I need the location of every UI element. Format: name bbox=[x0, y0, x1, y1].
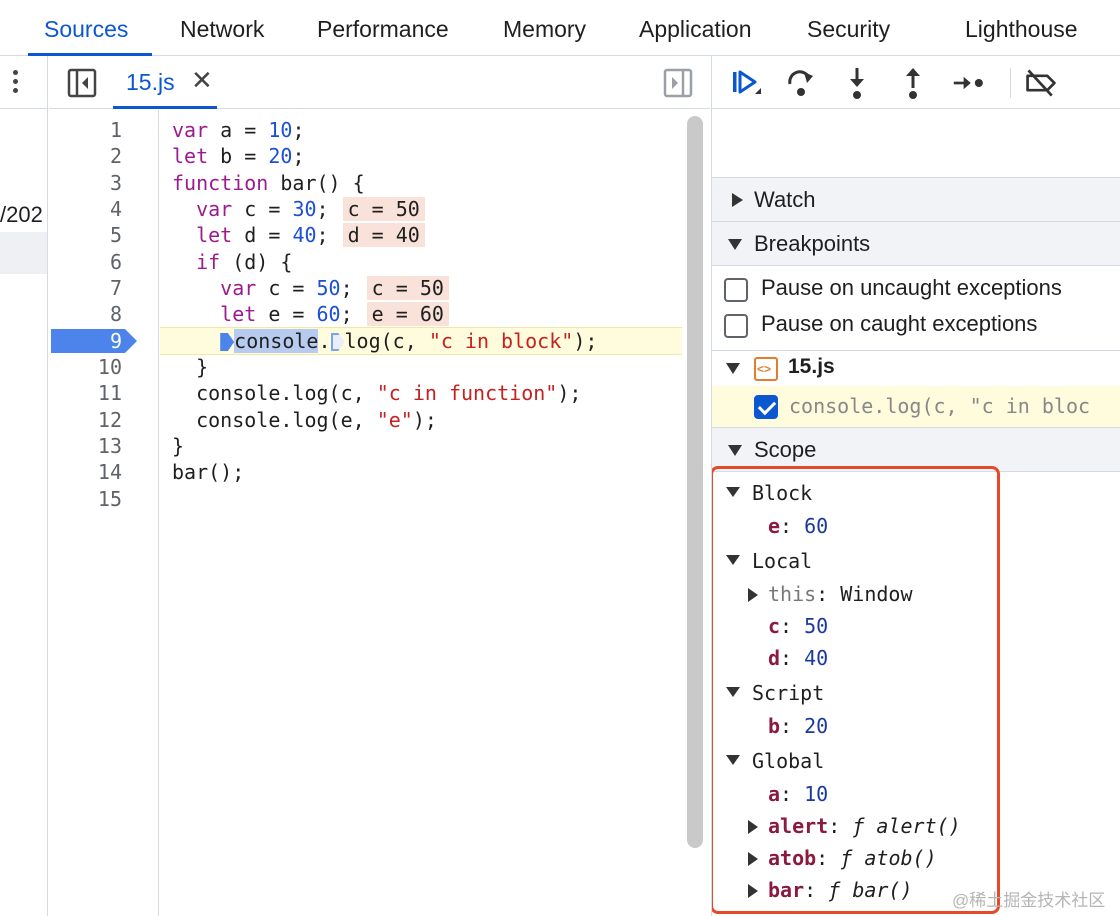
execution-pointer-icon bbox=[220, 333, 235, 351]
pause-uncaught-checkbox[interactable] bbox=[724, 278, 748, 302]
inline-value: c = 50 bbox=[342, 197, 425, 221]
tab-performance[interactable]: Performance bbox=[317, 0, 449, 56]
toggle-navigator-icon[interactable] bbox=[67, 68, 97, 98]
tab-security[interactable]: Security bbox=[807, 0, 890, 56]
scope-section-header[interactable]: Scope bbox=[712, 427, 1120, 471]
code-line-paused[interactable]: console. log(c, "c in block"); bbox=[172, 328, 597, 354]
tab-sources[interactable]: Sources bbox=[27, 0, 153, 56]
debugger-toolbar bbox=[712, 56, 1120, 109]
tab-network[interactable]: Network bbox=[180, 0, 264, 56]
watermark: @稀土掘金技术社区 bbox=[952, 891, 1106, 910]
code-line[interactable]: var a = 10; bbox=[172, 117, 304, 143]
scope-label: Scope bbox=[754, 437, 817, 462]
inline-value: d = 40 bbox=[342, 223, 425, 247]
inline-value: e = 60 bbox=[366, 302, 449, 326]
step-into-icon[interactable] bbox=[840, 66, 874, 100]
deactivate-breakpoints-icon[interactable] bbox=[1024, 66, 1058, 100]
watch-label: Watch bbox=[754, 187, 816, 212]
pause-uncaught-label[interactable]: Pause on uncaught exceptions bbox=[761, 275, 1062, 301]
line-number-gutter[interactable]: 1 2 3 4 5 6 7 8 9 10 11 12 13 14 15 bbox=[49, 110, 159, 916]
file-script-icon: <> bbox=[754, 357, 778, 381]
more-vert-icon[interactable] bbox=[12, 70, 20, 96]
step-out-icon[interactable] bbox=[896, 66, 930, 100]
code-editor[interactable]: var a = 10; let b = 20; function bar() {… bbox=[160, 110, 682, 916]
step-over-icon[interactable] bbox=[784, 66, 818, 100]
breakpoint-file-name: 15.js bbox=[788, 355, 835, 378]
pause-caught-label[interactable]: Pause on caught exceptions bbox=[761, 311, 1037, 337]
scope-annotation-box bbox=[712, 466, 1000, 914]
code-line[interactable]: } bbox=[172, 433, 184, 459]
breakpoints-label: Breakpoints bbox=[754, 231, 871, 256]
expand-icon bbox=[732, 193, 743, 207]
line-number[interactable]: 10 bbox=[98, 354, 122, 380]
line-number[interactable]: 12 bbox=[98, 407, 122, 433]
collapse-icon bbox=[728, 239, 742, 250]
breakpoints-section-header[interactable]: Breakpoints bbox=[712, 221, 1120, 265]
breakpoint-code[interactable]: console.log(c, "c in bloc bbox=[789, 394, 1090, 418]
line-number[interactable]: 14 bbox=[98, 459, 122, 485]
navigator-pane: /202 bbox=[0, 56, 48, 916]
debugger-sidebar: Watch Breakpoints Pause on uncaught exce… bbox=[711, 56, 1120, 916]
line-number[interactable]: 4 bbox=[110, 196, 122, 222]
pause-caught-checkbox[interactable] bbox=[724, 314, 748, 338]
code-line[interactable]: if (d) { bbox=[172, 249, 292, 275]
code-line[interactable]: console.log(e, "e"); bbox=[172, 407, 437, 433]
collapse-icon bbox=[726, 363, 740, 374]
line-number[interactable]: 5 bbox=[110, 222, 122, 248]
breakpoint-enabled-checkbox[interactable] bbox=[754, 395, 778, 419]
line-number[interactable]: 2 bbox=[110, 143, 122, 169]
file-tab-label: 15.js bbox=[126, 69, 175, 95]
watch-section-header[interactable]: Watch bbox=[712, 177, 1120, 221]
continue-to-here-icon[interactable] bbox=[330, 333, 345, 351]
code-line[interactable]: function bar() { bbox=[172, 170, 365, 196]
code-line[interactable]: var c = 50; c = 50 bbox=[172, 275, 449, 301]
tab-file-15js[interactable]: 15.js ✕ bbox=[113, 56, 217, 109]
line-number[interactable]: 13 bbox=[98, 433, 122, 459]
code-line[interactable]: let e = 60; e = 60 bbox=[172, 301, 449, 327]
inline-value: c = 50 bbox=[366, 276, 449, 300]
line-number[interactable]: 6 bbox=[110, 249, 122, 275]
close-icon[interactable]: ✕ bbox=[191, 66, 213, 94]
navigator-item-text[interactable]: /202 bbox=[0, 202, 43, 228]
breakpoint-marker[interactable] bbox=[51, 329, 137, 353]
toggle-debugger-icon[interactable] bbox=[663, 68, 693, 98]
code-line[interactable]: bar(); bbox=[172, 459, 244, 485]
collapse-icon bbox=[728, 445, 742, 456]
line-number[interactable]: 11 bbox=[98, 380, 122, 406]
line-number[interactable]: 7 bbox=[110, 275, 122, 301]
line-number-breakpoint[interactable]: 9 bbox=[110, 328, 122, 354]
code-line[interactable]: console.log(c, "c in function"); bbox=[172, 380, 581, 406]
editor-scrollbar[interactable] bbox=[687, 116, 703, 848]
tab-lighthouse[interactable]: Lighthouse bbox=[965, 0, 1078, 56]
line-number[interactable]: 8 bbox=[110, 301, 122, 327]
line-number[interactable]: 15 bbox=[98, 486, 122, 512]
tab-application[interactable]: Application bbox=[639, 0, 752, 56]
breakpoint-entry[interactable]: console.log(c, "c in bloc bbox=[712, 386, 1120, 428]
step-icon[interactable] bbox=[952, 66, 986, 100]
panel-tabbar: Sources Network Performance Memory Appli… bbox=[0, 0, 1120, 56]
line-number[interactable]: 3 bbox=[110, 170, 122, 196]
resume-icon[interactable] bbox=[728, 66, 762, 100]
editor-toolbar: 15.js ✕ bbox=[49, 56, 710, 109]
code-line[interactable]: let d = 40; d = 40 bbox=[172, 222, 425, 248]
code-line[interactable]: let b = 20; bbox=[172, 143, 304, 169]
navigator-toolbar bbox=[0, 56, 47, 109]
breakpoint-file-group[interactable]: <> 15.js bbox=[712, 350, 1120, 386]
navigator-selected-row[interactable] bbox=[0, 232, 47, 274]
line-number[interactable]: 1 bbox=[110, 117, 122, 143]
code-line[interactable]: var c = 30; c = 50 bbox=[172, 196, 425, 222]
tab-memory[interactable]: Memory bbox=[503, 0, 586, 56]
toolbar-divider bbox=[1010, 68, 1011, 98]
code-line[interactable]: } bbox=[172, 354, 208, 380]
